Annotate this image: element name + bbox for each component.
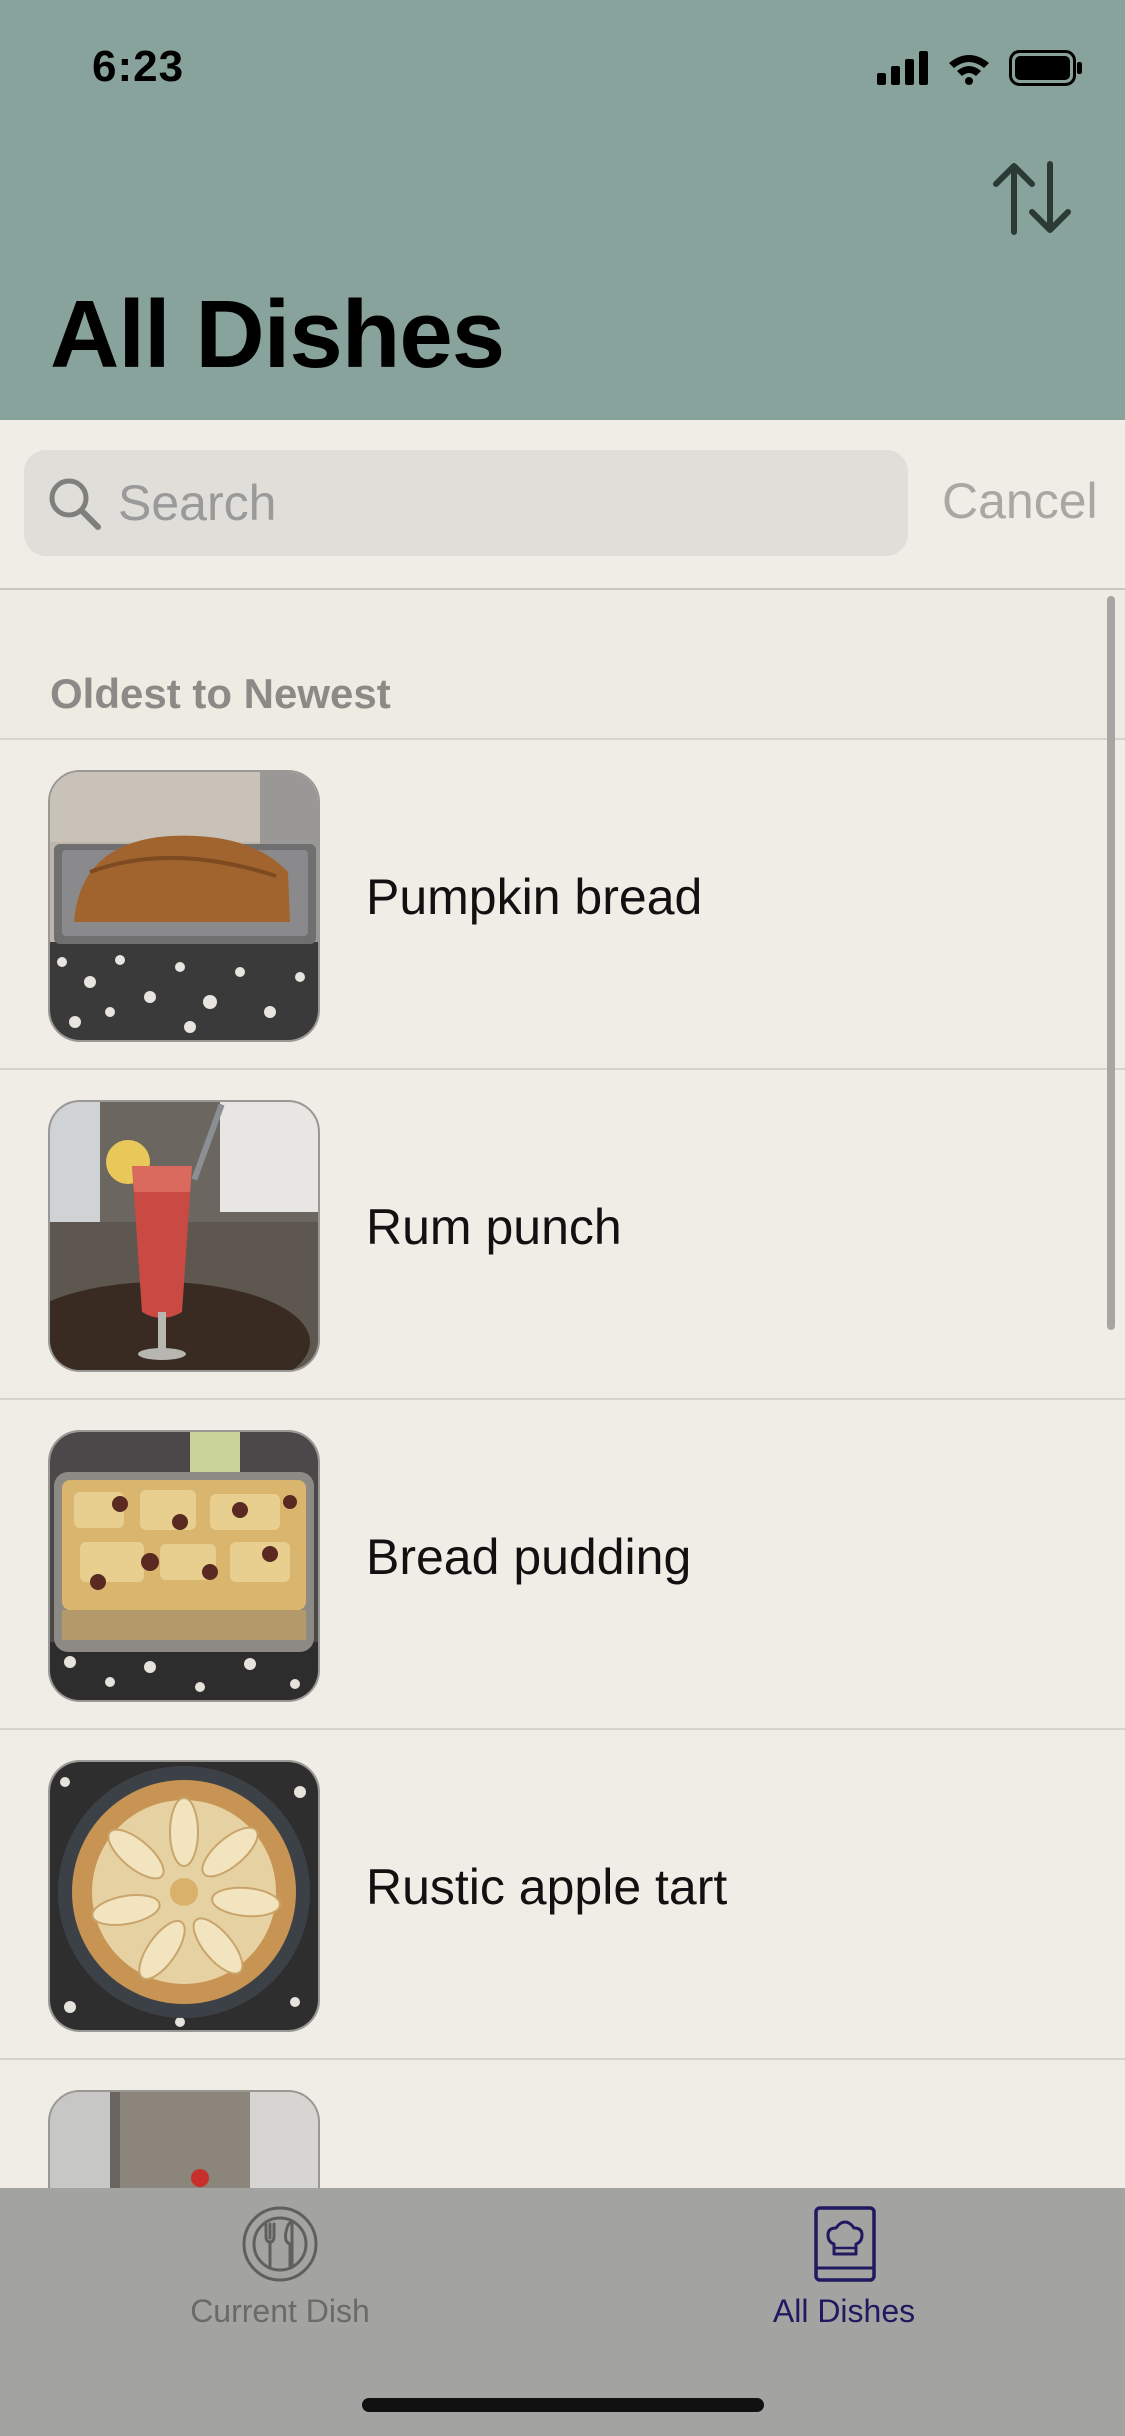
dish-name: Pumpkin bread (366, 869, 703, 925)
tab-all-dishes[interactable]: All Dishes (694, 2204, 994, 2330)
sort-button[interactable] (990, 160, 1074, 236)
nav-header: 6:23 All Dishes (0, 0, 1125, 420)
bread-pudding-photo (50, 1432, 318, 1700)
tab-label: All Dishes (772, 2293, 916, 2329)
wifi-icon (949, 55, 989, 85)
scroll-indicator[interactable] (1107, 596, 1115, 1330)
section-label: Oldest to Newest (50, 670, 391, 717)
cancel-button[interactable]: Cancel (942, 472, 1098, 530)
home-indicator[interactable] (362, 2398, 764, 2412)
list-item[interactable]: Rum punch (0, 1068, 1125, 1398)
rum-punch-photo (50, 1102, 318, 1370)
pumpkin-bread-photo (50, 772, 318, 1040)
battery-icon (1009, 50, 1082, 86)
row-divider (48, 1068, 1125, 1070)
search-bar: Cancel (0, 420, 1125, 590)
dish-thumbnail (48, 1430, 320, 1702)
plate-utensils-icon (242, 2206, 318, 2282)
dish-thumbnail (48, 1760, 320, 2032)
dish-name: Rustic apple tart (366, 1859, 728, 1915)
dish-list: Pumpkin bread Rum punch Bread pudding Ru… (0, 738, 1125, 2388)
apple-tart-photo (50, 1762, 318, 2030)
search-icon (49, 478, 101, 530)
list-item[interactable]: Bread pudding (0, 1398, 1125, 1728)
section-header: Oldest to Newest (0, 590, 1125, 738)
row-divider (48, 2058, 1125, 2060)
page-title: All Dishes (50, 281, 505, 388)
status-time: 6:23 (92, 42, 185, 91)
list-item[interactable]: Pumpkin bread (0, 738, 1125, 1068)
dish-name: Rum punch (366, 1199, 622, 1255)
dish-thumbnail (48, 770, 320, 1042)
search-input[interactable] (116, 473, 880, 533)
row-divider (48, 1728, 1125, 1730)
row-divider (48, 1398, 1125, 1400)
search-field[interactable] (24, 450, 908, 556)
dish-name: Bread pudding (366, 1529, 692, 1585)
status-icons (877, 48, 1083, 88)
list-item[interactable]: Rustic apple tart (0, 1728, 1125, 2058)
tab-label: Current Dish (190, 2293, 370, 2329)
sort-arrows-icon (993, 161, 1071, 235)
cellular-signal-icon (877, 51, 928, 85)
tab-current-dish[interactable]: Current Dish (130, 2204, 430, 2330)
recipe-book-icon (814, 2206, 876, 2282)
dish-thumbnail (48, 1100, 320, 1372)
